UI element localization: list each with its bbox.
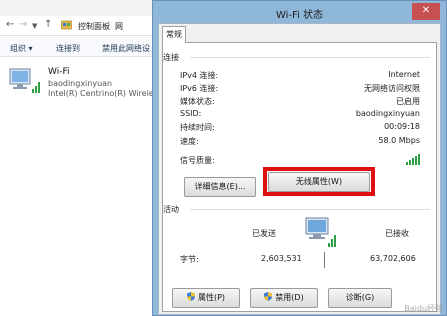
wifi-adapter-item[interactable]: Wi-Fi baodingxinyuan Intel(R) Centrino(R… [8, 64, 158, 100]
signal-bar [412, 158, 414, 165]
network-activity-icon [305, 217, 336, 247]
signal-bar [418, 154, 420, 165]
duration-label: 持续时间: [180, 123, 215, 132]
disable-device-button[interactable]: 禁用此网络设 [102, 43, 150, 54]
recent-dropdown-icon[interactable]: ▼ [32, 22, 37, 30]
ssid-row: SSID: baodingxinyuan [180, 109, 420, 120]
activity-group-label: 活动 [163, 205, 179, 214]
signal-quality-row: 信号质量: [180, 153, 420, 166]
adapter-name: Wi-Fi [48, 67, 70, 77]
media-state-label: 媒体状态: [180, 97, 215, 106]
duration-value: 00:09:18 [384, 122, 420, 131]
disable-button-label: 禁用(D) [275, 293, 304, 302]
media-state-value: 已启用 [396, 97, 420, 106]
ipv4-value: Internet [388, 70, 420, 79]
properties-button-label: 属性(P) [197, 293, 226, 302]
disable-button[interactable]: 禁用(D) [250, 288, 318, 308]
sent-label: 已发送 [252, 229, 276, 238]
back-arrow-icon[interactable]: ← [6, 19, 14, 30]
signal-quality-label: 信号质量: [180, 156, 215, 165]
ssid-value: baodingxinyuan [355, 109, 420, 118]
watermark: Baidu经验 [404, 304, 443, 313]
highlight-box [263, 167, 375, 196]
ssid-label: SSID: [180, 109, 202, 118]
tab-general[interactable]: 常规 [162, 26, 186, 43]
network-adapter-icon [9, 68, 40, 93]
shield-icon [186, 292, 195, 301]
details-button[interactable]: 详细信息(E)... [184, 177, 256, 197]
forward-arrow-icon[interactable]: → [19, 19, 27, 30]
organize-menu[interactable]: 组织 ▾ [10, 43, 33, 54]
ipv6-row: IPv6 连接: 无网络访问权限 [180, 83, 420, 94]
bytes-label: 字节: [180, 255, 199, 264]
bytes-sent-value: 2,603,531 [261, 254, 302, 263]
speed-label: 速度: [180, 137, 199, 146]
received-label: 已接收 [385, 229, 409, 238]
signal-bar [406, 162, 408, 165]
signal-bar [409, 160, 411, 165]
adapter-ssid: baodingxinyuan [48, 79, 113, 88]
ipv6-value: 无网络访问权限 [364, 84, 420, 93]
activity-divider [324, 252, 325, 268]
properties-button[interactable]: 属性(P) [172, 288, 240, 308]
speed-value: 58.0 Mbps [378, 136, 420, 145]
up-arrow-icon[interactable]: ↑ [44, 19, 52, 30]
ipv4-label: IPv4 连接: [180, 71, 219, 80]
speed-row: 速度: 58.0 Mbps [180, 136, 420, 147]
breadcrumb-separator-icon[interactable]: › [107, 20, 110, 29]
connection-group-divider [190, 57, 430, 58]
ipv4-row: IPv4 连接: Internet [180, 70, 420, 81]
diagnose-button[interactable]: 诊断(G) [328, 288, 392, 308]
media-state-row: 媒体状态: 已启用 [180, 96, 420, 107]
connection-group-label: 连接 [163, 53, 179, 62]
dialog-title: Wi-Fi 状态 [275, 10, 324, 21]
breadcrumb-network[interactable]: 网 [115, 21, 123, 32]
signal-strength-icon [406, 153, 420, 165]
adapter-device: Intel(R) Centrino(R) Wirele [48, 89, 154, 98]
breadcrumb-control-panel[interactable]: 控制面板 [78, 21, 110, 32]
bytes-received-value: 63,702,606 [370, 254, 416, 263]
ipv6-label: IPv6 连接: [180, 84, 219, 93]
control-panel-icon [61, 20, 72, 30]
activity-group-divider [190, 209, 430, 210]
shield-icon [264, 292, 273, 301]
duration-row: 持续时间: 00:09:18 [180, 122, 420, 133]
connect-to-button[interactable]: 连接到 [56, 43, 80, 54]
dialog-title-bar[interactable]: Wi-Fi 状态 ✕ [153, 1, 446, 23]
signal-bar [415, 156, 417, 165]
close-button[interactable]: ✕ [412, 3, 440, 20]
